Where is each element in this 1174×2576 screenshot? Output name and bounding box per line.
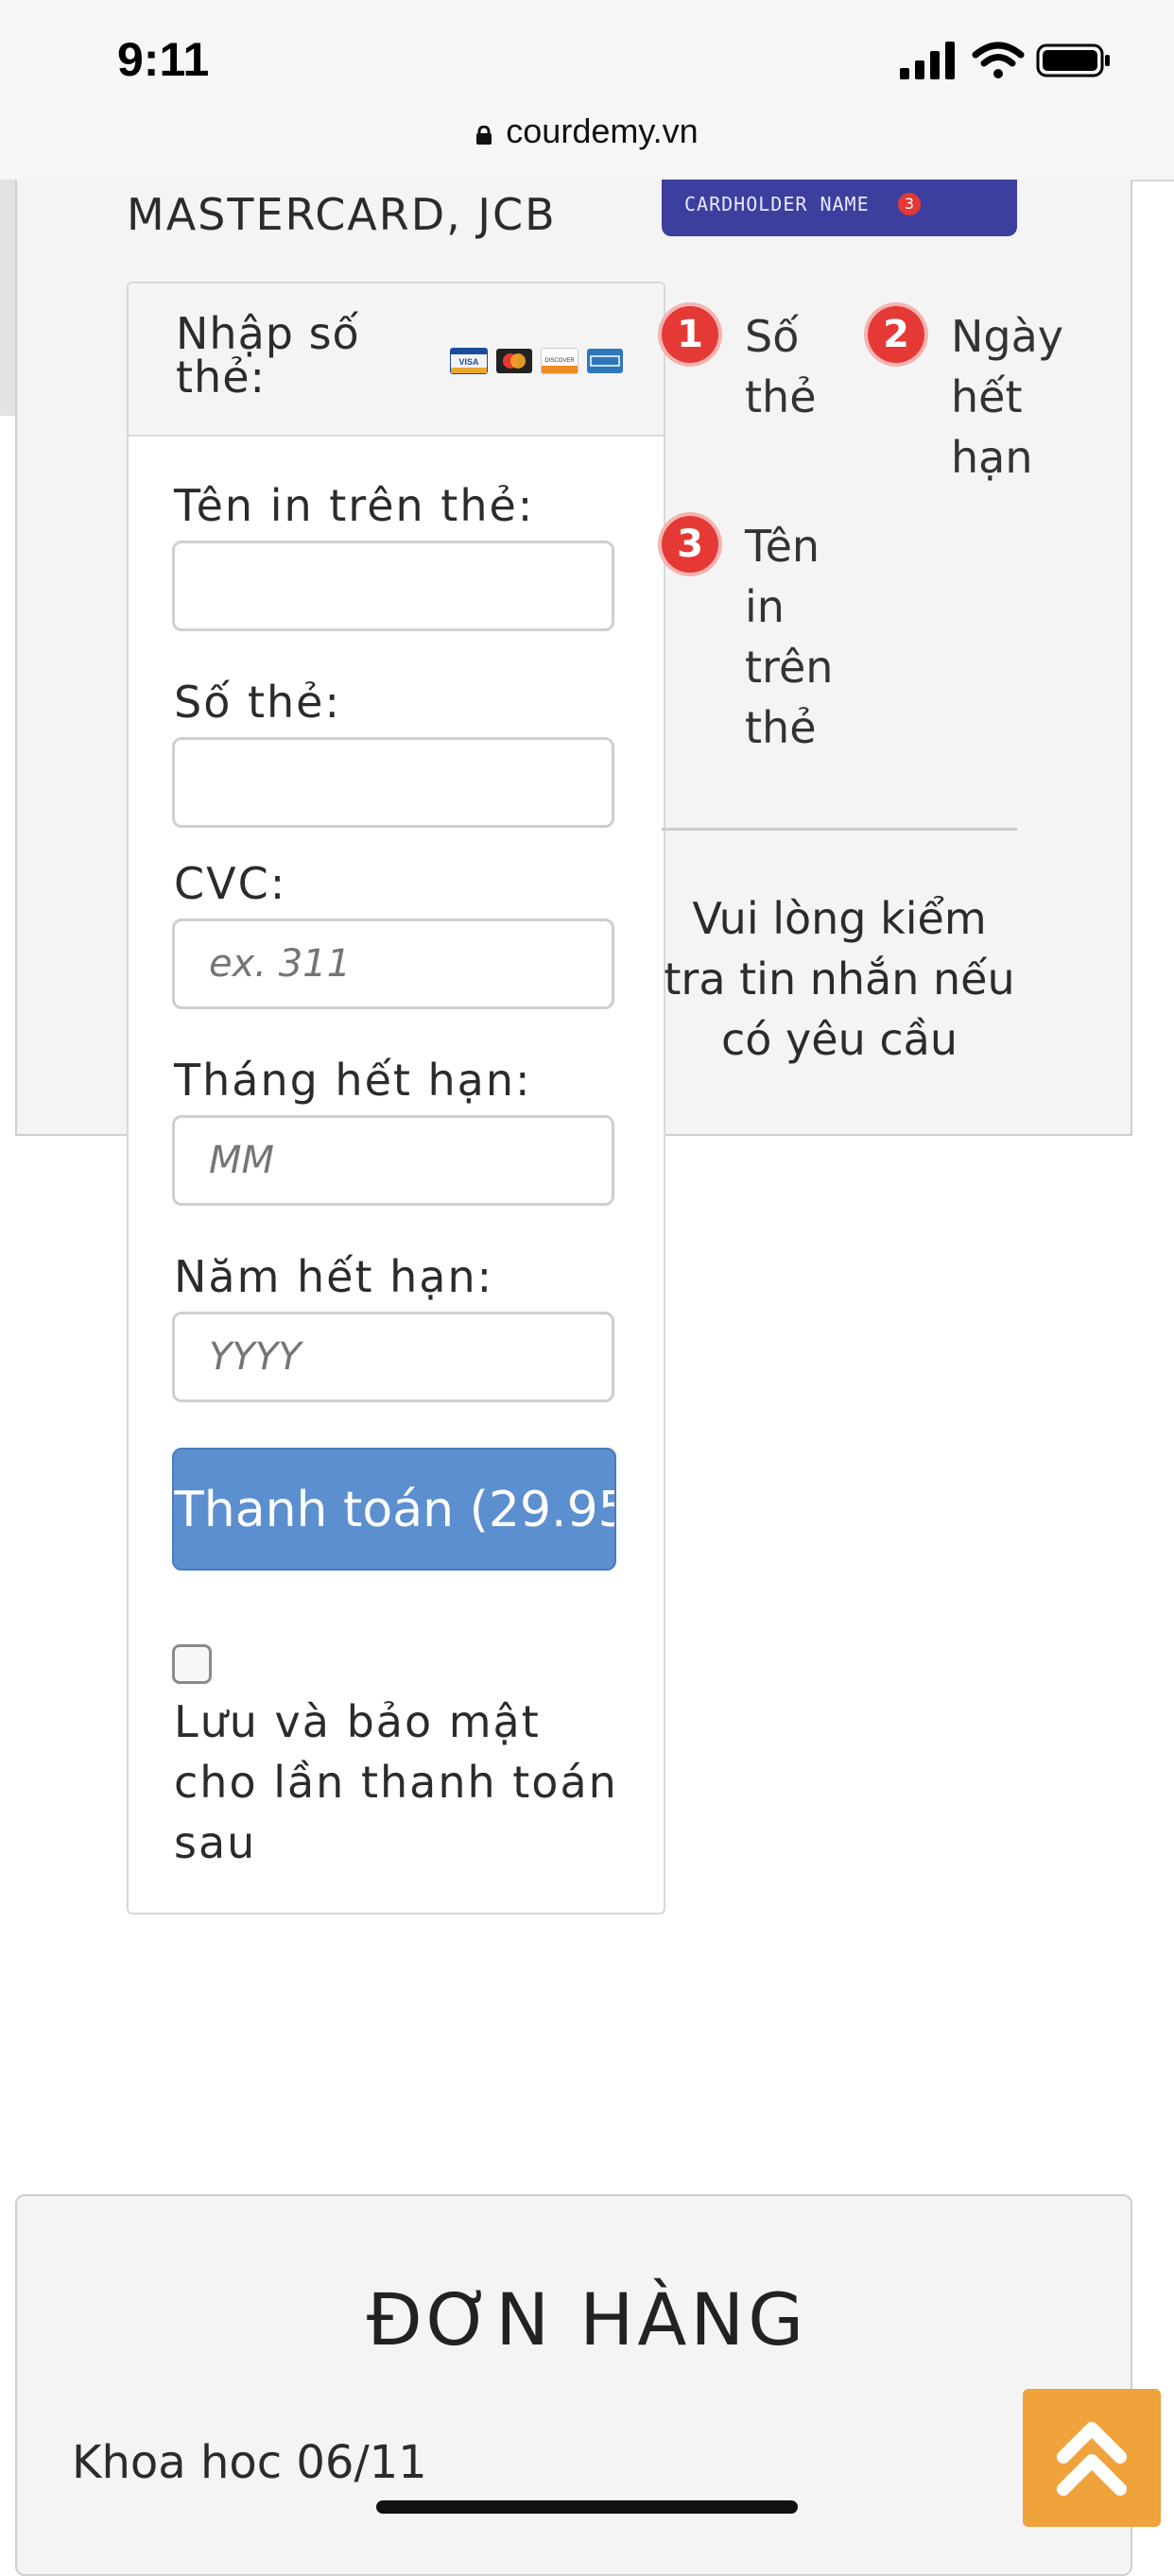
- order-title: ĐƠN HÀNG: [366, 2277, 808, 2361]
- expiry-month-label: Tháng hết hạn:: [174, 1055, 532, 1106]
- card-preview-label: CARDHOLDER NAME: [684, 193, 870, 215]
- left-edge-shade: [0, 180, 15, 416]
- card-form-header: Nhập số thẻ: VISA DISCOVER: [129, 283, 664, 437]
- hint-expiry-date: Ngày hết hạn: [951, 311, 1064, 483]
- card-preview-image: CARDHOLDER NAME 3: [662, 180, 1017, 236]
- discover-icon: DISCOVER: [541, 348, 579, 374]
- expiry-year-label: Năm hết hạn:: [174, 1251, 494, 1302]
- url-text: courdemy.vn: [506, 112, 699, 150]
- double-chevron-up-icon: [1057, 2422, 1127, 2496]
- home-indicator: [376, 2500, 798, 2514]
- mastercard-icon: [496, 349, 533, 373]
- amex-icon: [587, 349, 624, 373]
- card-number-header: Nhập số thẻ:: [176, 308, 360, 403]
- visa-icon: VISA: [450, 348, 488, 374]
- svg-text:DISCOVER: DISCOVER: [545, 358, 576, 364]
- order-section: [15, 2194, 1132, 2576]
- pay-button-label: Thanh toán (29.953: [174, 1482, 616, 1538]
- pay-button[interactable]: Thanh toán (29.953: [172, 1448, 616, 1571]
- signal-icon: [900, 42, 955, 79]
- save-card-label: Lưu và bảo mật cho lần thanh toán sau: [174, 1696, 618, 1868]
- browser-status-bar: 9:11 courdemy.vn: [0, 0, 1174, 181]
- order-item-name: Khoa hoc 06/11: [72, 2436, 427, 2489]
- scroll-to-top-button[interactable]: [1023, 2389, 1161, 2527]
- battery-icon: [1036, 43, 1110, 77]
- wifi-icon: [972, 42, 1025, 78]
- hint-badge-2: 2: [868, 306, 924, 363]
- svg-text:VISA: VISA: [458, 357, 479, 367]
- card-form-panel: Nhập số thẻ: VISA DISCOVER Tên in trên t…: [127, 282, 665, 1915]
- hint-divider: [662, 828, 1017, 831]
- name-label: Tên in trên thẻ:: [174, 480, 535, 531]
- accepted-cards-text: MASTERCARD, JCB: [127, 189, 557, 240]
- expiry-month-input[interactable]: [172, 1115, 614, 1206]
- save-card-checkbox[interactable]: [172, 1644, 212, 1684]
- hint-badge-1: 1: [662, 306, 718, 363]
- card-preview-badge: 3: [898, 193, 921, 215]
- expiry-year-input[interactable]: [172, 1312, 614, 1402]
- hint-cardholder-name: Tên in trên thẻ: [745, 521, 834, 753]
- card-number-label: Số thẻ:: [174, 677, 341, 728]
- hint-card-number: Số thẻ: [745, 311, 817, 422]
- card-logos: VISA DISCOVER: [450, 348, 627, 374]
- cvc-label: CVC:: [174, 858, 287, 909]
- card-number-input[interactable]: [172, 737, 614, 828]
- clock: 9:11: [117, 33, 210, 86]
- lock-icon: [476, 126, 492, 145]
- cvc-input[interactable]: [172, 919, 614, 1009]
- cardholder-name-input[interactable]: [172, 541, 614, 631]
- sms-notice: Vui lòng kiểm tra tin nhắn nếu có yêu cầ…: [664, 893, 1015, 1065]
- hint-badge-3: 3: [662, 516, 718, 573]
- address-bar[interactable]: courdemy.vn: [0, 112, 1174, 151]
